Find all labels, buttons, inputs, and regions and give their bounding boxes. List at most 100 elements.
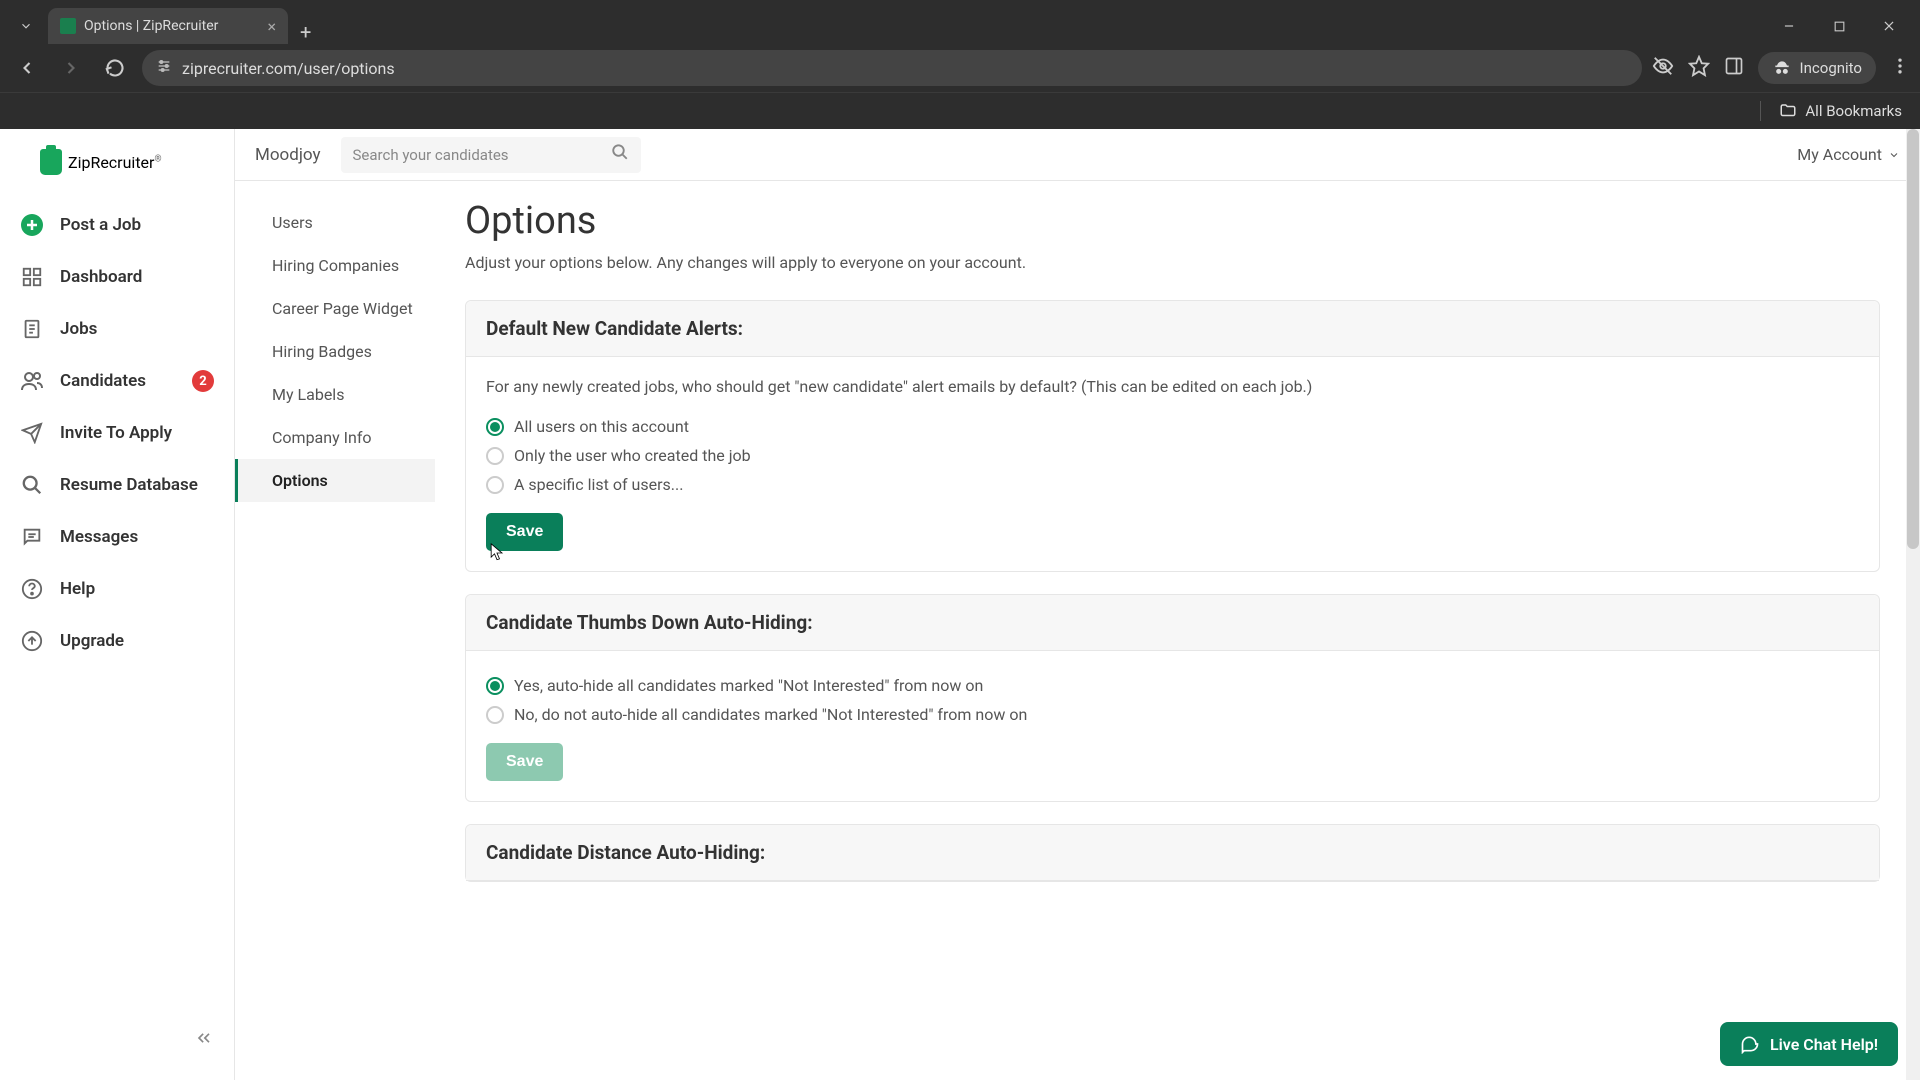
close-tab-icon[interactable]: ×: [267, 17, 276, 36]
radio-option[interactable]: No, do not auto-hide all candidates mark…: [486, 700, 1859, 729]
main: Options Adjust your options below. Any c…: [435, 129, 1920, 1080]
sub-item-career-page-widget[interactable]: Career Page Widget: [235, 287, 435, 330]
tab-bar: Options | ZipRecruiter × +: [0, 0, 1920, 44]
radio-option[interactable]: A specific list of users...: [486, 470, 1859, 499]
plus-circle-icon: [20, 213, 44, 237]
page-subtitle: Adjust your options below. Any changes w…: [465, 253, 1880, 272]
panel-header: Candidate Distance Auto-Hiding:: [466, 825, 1879, 881]
message-icon: [20, 525, 44, 549]
address-bar: ziprecruiter.com/user/options Incognito: [0, 44, 1920, 92]
search-icon[interactable]: [611, 143, 629, 166]
search-icon: [20, 473, 44, 497]
save-button[interactable]: Save: [486, 513, 563, 551]
live-chat-button[interactable]: Live Chat Help!: [1720, 1022, 1898, 1066]
kebab-menu-icon[interactable]: [1890, 56, 1910, 80]
url-text: ziprecruiter.com/user/options: [182, 59, 395, 78]
panel-autohide: Candidate Thumbs Down Auto-Hiding: Yes, …: [465, 594, 1880, 802]
nav-label: Resume Database: [60, 475, 198, 495]
radio-icon: [486, 677, 504, 695]
radio-icon: [486, 447, 504, 465]
back-button[interactable]: [10, 51, 44, 85]
scrollbar[interactable]: [1906, 129, 1920, 1080]
radio-label: A specific list of users...: [514, 475, 683, 494]
url-box[interactable]: ziprecruiter.com/user/options: [142, 50, 1642, 86]
reload-button[interactable]: [98, 51, 132, 85]
radio-icon: [486, 476, 504, 494]
nav-item-help[interactable]: Help: [0, 563, 234, 615]
bookmark-star-icon[interactable]: [1688, 55, 1710, 81]
tabs-dropdown[interactable]: [8, 8, 44, 44]
all-bookmarks-link[interactable]: All Bookmarks: [1805, 102, 1902, 120]
panel-header: Candidate Thumbs Down Auto-Hiding:: [466, 595, 1879, 651]
radio-label: No, do not auto-hide all candidates mark…: [514, 705, 1027, 724]
chat-label: Live Chat Help!: [1770, 1035, 1878, 1054]
search-input[interactable]: Search your candidates: [341, 137, 641, 173]
nav-item-post-a-job[interactable]: Post a Job: [0, 199, 234, 251]
chat-icon: [1740, 1034, 1760, 1054]
nav-item-invite-to-apply[interactable]: Invite To Apply: [0, 407, 234, 459]
nav-label: Help: [60, 579, 95, 599]
send-icon: [20, 421, 44, 445]
radio-option[interactable]: Yes, auto-hide all candidates marked "No…: [486, 671, 1859, 700]
search-placeholder: Search your candidates: [353, 146, 601, 164]
logo[interactable]: ZipRecruiter®: [0, 143, 234, 199]
nav-label: Candidates: [60, 371, 146, 391]
collapse-sidebar-button[interactable]: [0, 1014, 234, 1066]
panel-description: For any newly created jobs, who should g…: [486, 377, 1859, 396]
app: ZipRecruiter® Post a Job Dashboard Jobs Can…: [0, 129, 1920, 1080]
scrollbar-thumb[interactable]: [1907, 129, 1919, 549]
radio-option[interactable]: All users on this account: [486, 412, 1859, 441]
window-controls: [1766, 8, 1920, 44]
nav-label: Jobs: [60, 319, 97, 339]
sub-item-hiring-badges[interactable]: Hiring Badges: [235, 330, 435, 373]
forward-button[interactable]: [54, 51, 88, 85]
chevron-double-left-icon: [194, 1028, 214, 1052]
sub-item-users[interactable]: Users: [235, 201, 435, 244]
maximize-icon[interactable]: [1816, 8, 1862, 44]
page-title: Options: [465, 199, 1880, 243]
left-nav: ZipRecruiter® Post a Job Dashboard Jobs Can…: [0, 129, 235, 1080]
panel-distance: Candidate Distance Auto-Hiding:: [465, 824, 1880, 882]
radio-option[interactable]: Only the user who created the job: [486, 441, 1859, 470]
nav-item-jobs[interactable]: Jobs: [0, 303, 234, 355]
nav-item-messages[interactable]: Messages: [0, 511, 234, 563]
sub-item-options[interactable]: Options: [235, 459, 435, 502]
radio-icon: [486, 418, 504, 436]
panel-icon[interactable]: [1724, 56, 1744, 80]
folder-icon: [1779, 102, 1797, 120]
nav-item-upgrade[interactable]: Upgrade: [0, 615, 234, 667]
favicon-icon: [60, 18, 76, 34]
new-tab-button[interactable]: +: [288, 20, 323, 44]
radio-icon: [486, 706, 504, 724]
nav-item-candidates[interactable]: Candidates 2: [0, 355, 234, 407]
bookmarks-bar: All Bookmarks: [0, 92, 1920, 129]
nav-item-dashboard[interactable]: Dashboard: [0, 251, 234, 303]
site-settings-icon[interactable]: [156, 58, 172, 78]
file-icon: [20, 317, 44, 341]
eye-off-icon[interactable]: [1652, 55, 1674, 81]
incognito-icon: [1772, 58, 1792, 78]
radio-label: Only the user who created the job: [514, 446, 751, 465]
upgrade-icon: [20, 629, 44, 653]
sub-item-hiring-companies[interactable]: Hiring Companies: [235, 244, 435, 287]
badge: 2: [192, 370, 214, 392]
incognito-badge[interactable]: Incognito: [1758, 52, 1876, 84]
nav-item-resume-database[interactable]: Resume Database: [0, 459, 234, 511]
sub-item-my-labels[interactable]: My Labels: [235, 373, 435, 416]
nav-label: Messages: [60, 527, 138, 547]
sub-item-company-info[interactable]: Company Info: [235, 416, 435, 459]
toolbar-right-icons: Incognito: [1652, 52, 1910, 84]
chevron-down-icon: [1888, 149, 1900, 161]
browser-chrome: Options | ZipRecruiter × + ziprecruiter.…: [0, 0, 1920, 129]
minimize-icon[interactable]: [1766, 8, 1812, 44]
panel-alerts: Default New Candidate Alerts: For any ne…: [465, 300, 1880, 572]
top-header: Moodjoy Search your candidates My Accoun…: [235, 129, 1920, 181]
people-icon: [20, 369, 44, 393]
tab-title: Options | ZipRecruiter: [84, 18, 218, 34]
browser-tab[interactable]: Options | ZipRecruiter ×: [48, 8, 288, 44]
account-dropdown[interactable]: My Account: [1797, 145, 1900, 164]
workspace-name[interactable]: Moodjoy: [255, 145, 321, 165]
close-window-icon[interactable]: [1866, 8, 1912, 44]
nav-label: Post a Job: [60, 215, 141, 235]
sub-nav: UsersHiring CompaniesCareer Page WidgetH…: [235, 129, 435, 1080]
